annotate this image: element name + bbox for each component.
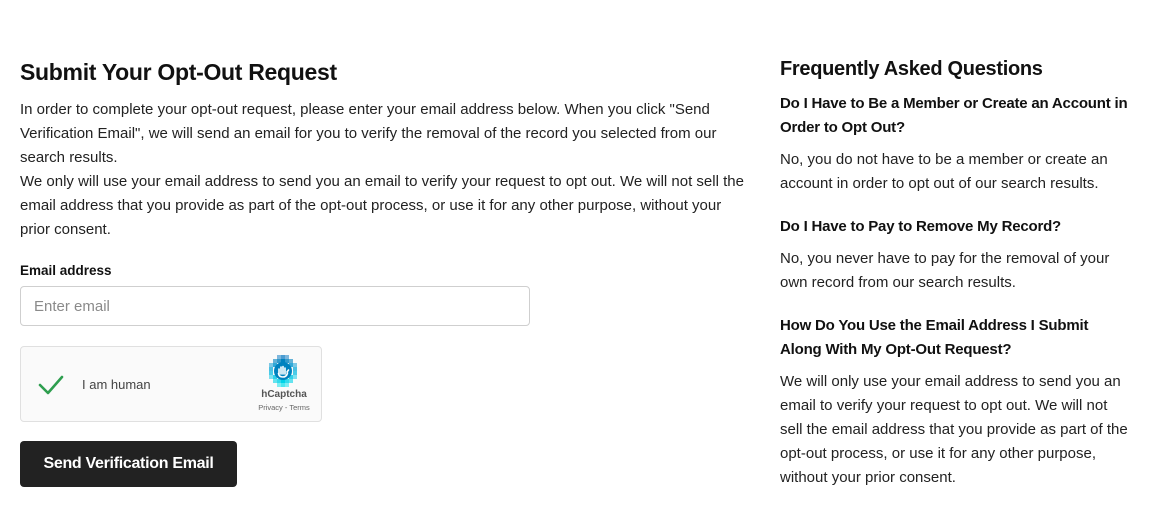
- faq-question: How Do You Use the Email Address I Submi…: [780, 317, 1089, 358]
- hcaptcha-widget[interactable]: I am human hCaptcha Privacy - Terms: [20, 346, 322, 422]
- faq-item: Do I Have to Be a Member or Create an Ac…: [780, 92, 1130, 196]
- hcaptcha-logo-icon: [269, 355, 297, 387]
- faq-item: How Do You Use the Email Address I Submi…: [780, 314, 1130, 490]
- hcaptcha-privacy-terms-links[interactable]: Privacy - Terms: [249, 403, 319, 412]
- faq-answer: We will only use your email address to s…: [780, 373, 1128, 486]
- faq-answer: No, you do not have to be a member or cr…: [780, 151, 1108, 192]
- send-verification-email-button[interactable]: Send Verification Email: [20, 441, 237, 487]
- intro-paragraph: In order to complete your opt-out reques…: [20, 101, 717, 166]
- captcha-label: I am human: [82, 377, 151, 392]
- faq-item: Do I Have to Pay to Remove My Record? No…: [780, 215, 1130, 295]
- faq-section: Frequently Asked Questions Do I Have to …: [780, 56, 1130, 490]
- email-input[interactable]: [20, 286, 530, 326]
- checkmark-icon[interactable]: [37, 373, 65, 397]
- email-label: Email address: [20, 263, 112, 278]
- page-title: Submit Your Opt-Out Request: [20, 59, 337, 85]
- faq-answer: No, you never have to pay for the remova…: [780, 250, 1110, 291]
- hcaptcha-brand: hCaptcha: [261, 389, 307, 400]
- opt-out-form-section: Submit Your Opt-Out Request In order to …: [20, 58, 744, 487]
- faq-title: Frequently Asked Questions: [780, 58, 1043, 80]
- privacy-paragraph: We only will use your email address to s…: [20, 173, 744, 238]
- faq-question: Do I Have to Pay to Remove My Record?: [780, 218, 1062, 235]
- faq-question: Do I Have to Be a Member or Create an Ac…: [780, 95, 1128, 136]
